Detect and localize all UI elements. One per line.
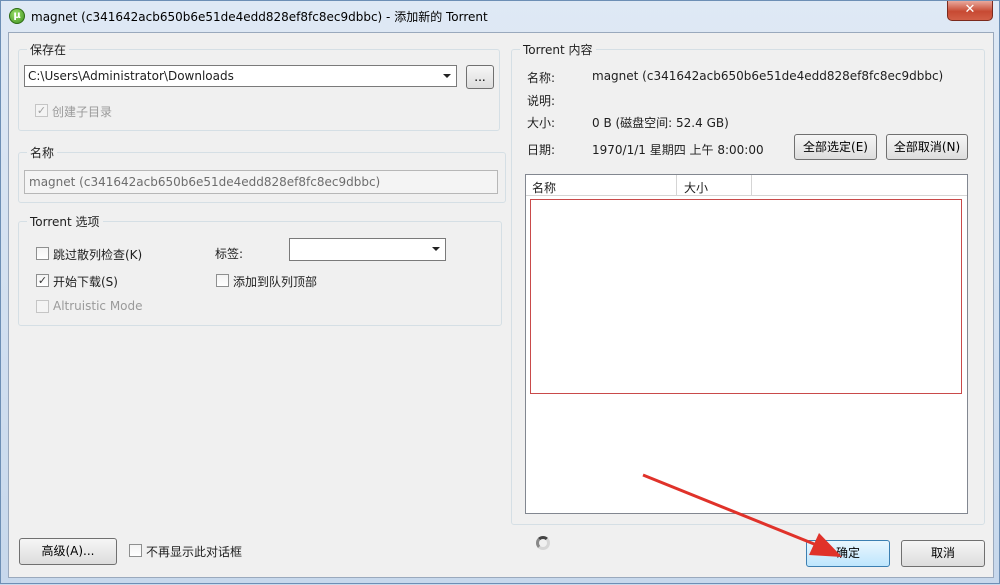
annotation-arrow-icon	[642, 473, 842, 557]
add-torrent-dialog: µ magnet (c341642acb650b6e51de4edd828ef8…	[0, 0, 1000, 584]
